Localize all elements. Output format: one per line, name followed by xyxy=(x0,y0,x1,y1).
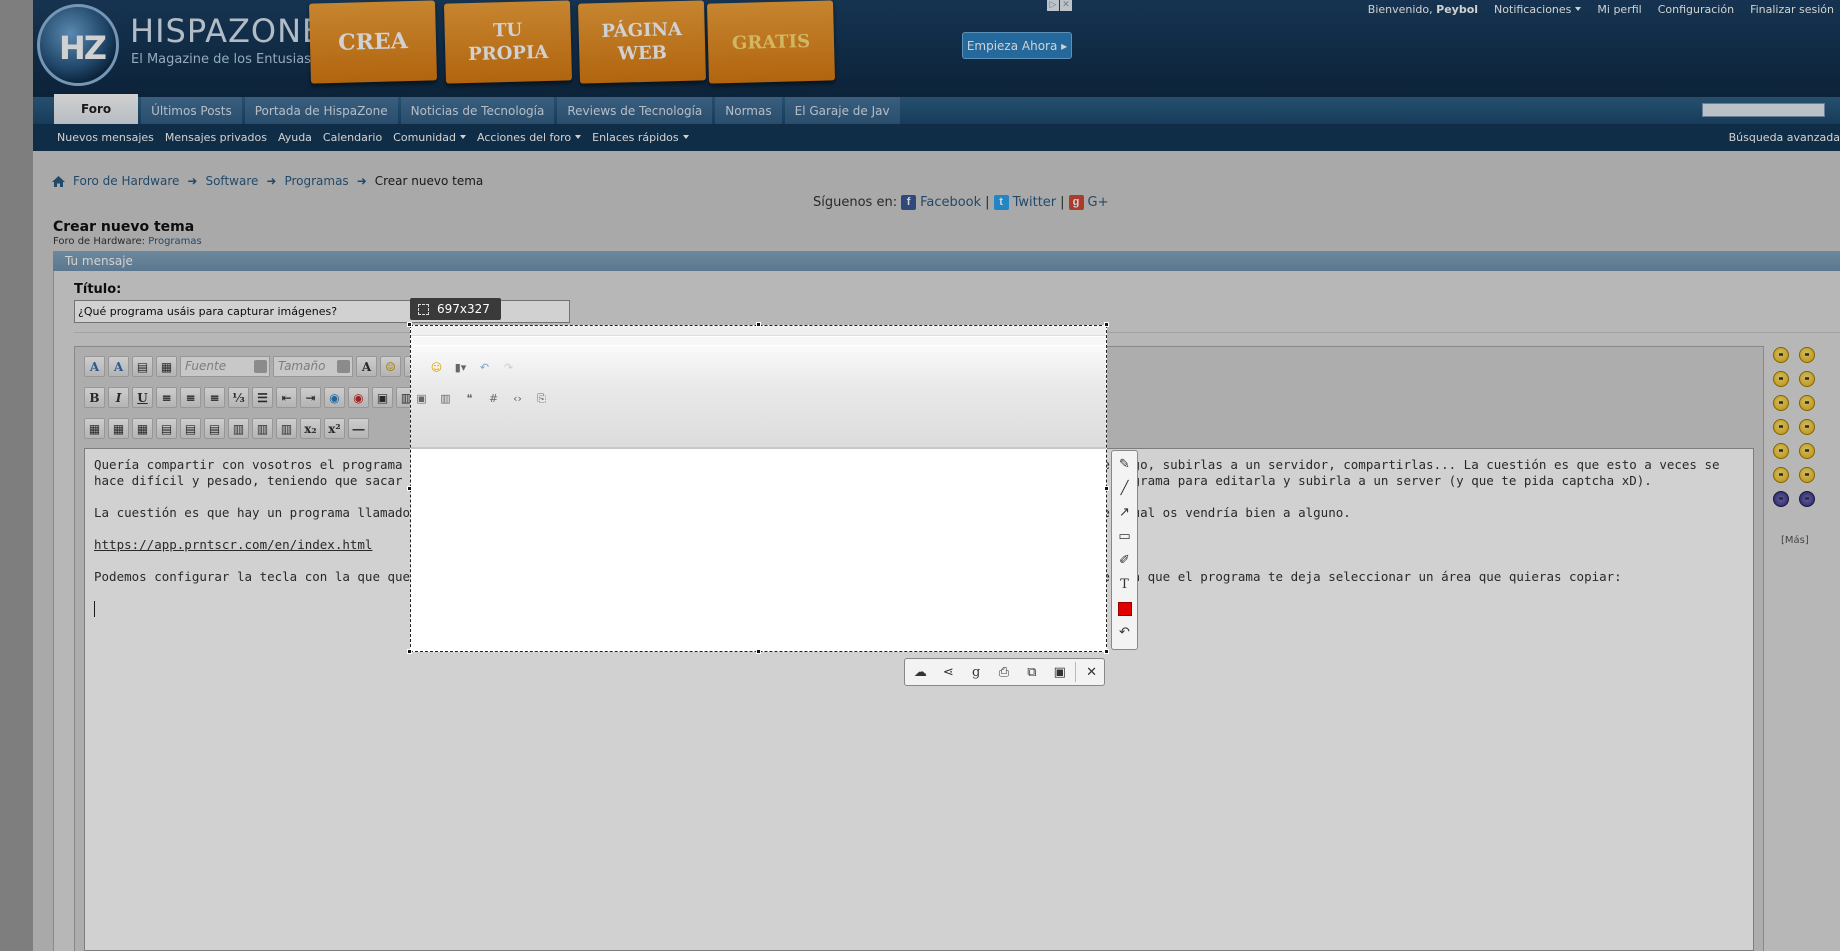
pen-icon[interactable]: ✎ xyxy=(1114,453,1136,476)
captured-toolbar-row-1: ☺ ▮▾ ↶ ↷ xyxy=(426,357,519,378)
rectangle-icon[interactable]: ▭ xyxy=(1114,525,1136,548)
toolbar-separator xyxy=(1075,662,1077,682)
smiley-icon: ☺ xyxy=(430,361,443,374)
video-icon: ▥ xyxy=(440,392,451,405)
image-icon: ▣ xyxy=(416,392,427,405)
upload-cloud-icon[interactable]: ☁ xyxy=(908,661,933,684)
crop-icon xyxy=(418,303,429,315)
resize-handle[interactable] xyxy=(407,486,412,491)
capture-dim-overlay xyxy=(0,325,410,652)
resize-handle[interactable] xyxy=(407,322,412,327)
hash-icon: # xyxy=(488,392,499,405)
attachment-icon: ▮▾ xyxy=(454,361,467,374)
captured-divider xyxy=(411,447,1106,449)
color-swatch-icon xyxy=(1117,601,1132,616)
resize-handle[interactable] xyxy=(1104,649,1109,654)
capture-dim-overlay xyxy=(0,0,1840,325)
captured-toolbar-area xyxy=(411,326,1106,336)
capture-selection[interactable]: ☺ ▮▾ ↶ ↷ ▣ ▥ ❝ # ‹› ⎘ xyxy=(410,325,1107,652)
quote-icon: ❝ xyxy=(466,392,473,405)
capture-edit-toolbar: ✎ ╱ ↗ ▭ ✐ T ↶ xyxy=(1111,450,1138,650)
resize-handle[interactable] xyxy=(756,322,761,327)
color-picker[interactable] xyxy=(1114,597,1136,620)
google-search-icon[interactable]: g xyxy=(964,661,989,684)
capture-dim-overlay xyxy=(0,652,1840,951)
redo-icon: ↷ xyxy=(503,361,514,374)
undo-icon[interactable]: ↶ xyxy=(1114,621,1136,644)
share-icon[interactable]: ⋖ xyxy=(936,661,961,684)
captured-toolbar-area xyxy=(411,337,1106,345)
arrow-icon[interactable]: ↗ xyxy=(1114,501,1136,524)
text-tool-icon[interactable]: T xyxy=(1114,573,1136,596)
save-icon[interactable]: ▣ xyxy=(1047,661,1072,684)
php-icon: ⎘ xyxy=(537,391,546,405)
undo-icon: ↶ xyxy=(479,361,490,374)
line-icon[interactable]: ╱ xyxy=(1114,477,1136,500)
captured-toolbar-row-2: ▣ ▥ ❝ # ‹› ⎘ xyxy=(411,388,552,409)
capture-dim-overlay xyxy=(1107,325,1840,652)
resize-handle[interactable] xyxy=(407,649,412,654)
code-icon: ‹› xyxy=(513,392,522,405)
resize-handle[interactable] xyxy=(1104,486,1109,491)
print-icon[interactable]: ⎙ xyxy=(992,661,1017,684)
capture-size-badge: 697x327 xyxy=(410,298,501,320)
marker-icon[interactable]: ✐ xyxy=(1114,549,1136,572)
capture-size-label: 697x327 xyxy=(437,302,490,316)
resize-handle[interactable] xyxy=(1104,322,1109,327)
copy-icon[interactable]: ⧉ xyxy=(1019,661,1044,684)
resize-handle[interactable] xyxy=(756,649,761,654)
close-icon[interactable]: ✕ xyxy=(1079,661,1104,684)
capture-action-toolbar: ☁ ⋖ g ⎙ ⧉ ▣ ✕ xyxy=(904,658,1105,686)
